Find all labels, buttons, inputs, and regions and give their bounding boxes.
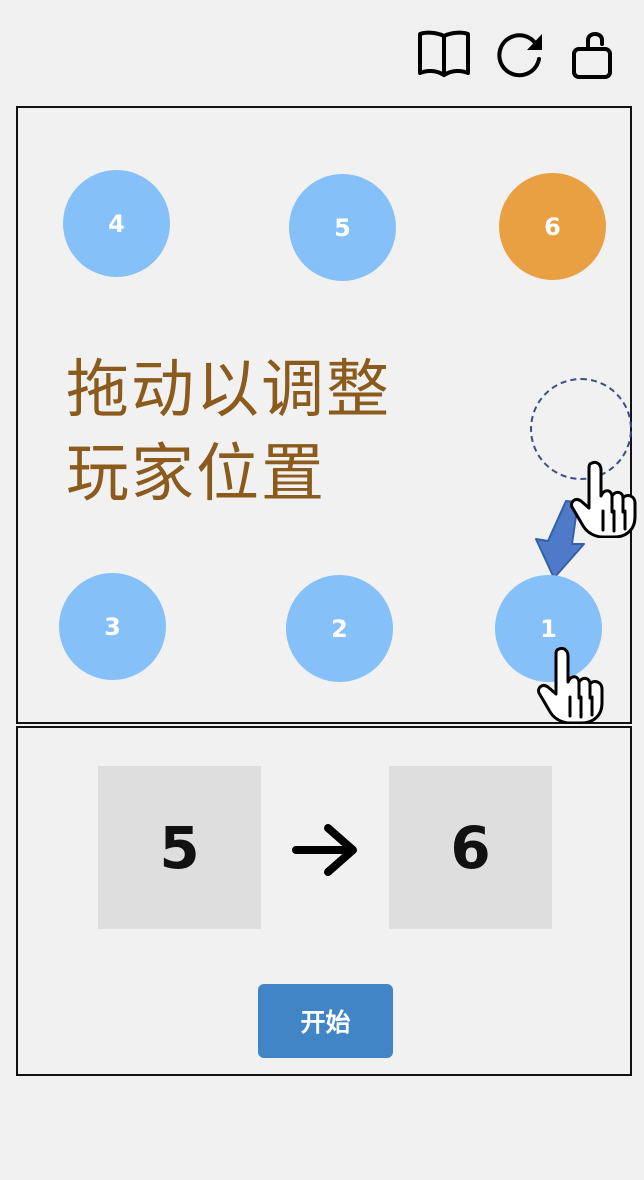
next-player-box: 6 bbox=[389, 766, 552, 929]
unlock-icon[interactable] bbox=[568, 26, 624, 82]
player-seat-5[interactable]: 5 bbox=[289, 174, 396, 281]
player-seat-2[interactable]: 2 bbox=[286, 575, 393, 682]
drag-instruction: 拖动以调整 玩家位置 bbox=[66, 348, 486, 516]
player-seat-6[interactable]: 6 bbox=[499, 173, 606, 280]
player-seat-4[interactable]: 4 bbox=[63, 170, 170, 277]
turn-control-panel: 5 6 开始 bbox=[16, 726, 632, 1076]
drag-instruction-line-2: 玩家位置 bbox=[66, 437, 326, 510]
player-position-board: 4 5 6 拖动以调整 玩家位置 3 2 1 bbox=[16, 106, 637, 725]
right-arrow-icon bbox=[292, 820, 362, 880]
start-button[interactable]: 开始 bbox=[258, 984, 393, 1058]
player-seat-3[interactable]: 3 bbox=[59, 573, 166, 680]
book-icon[interactable] bbox=[416, 26, 472, 82]
refresh-icon[interactable] bbox=[492, 26, 548, 82]
top-icon-bar bbox=[416, 26, 626, 82]
drag-hand-icon bbox=[570, 458, 644, 539]
drag-instruction-line-1: 拖动以调整 bbox=[66, 353, 391, 426]
current-player-box: 5 bbox=[98, 766, 261, 929]
pointer-hand-icon bbox=[537, 644, 615, 725]
